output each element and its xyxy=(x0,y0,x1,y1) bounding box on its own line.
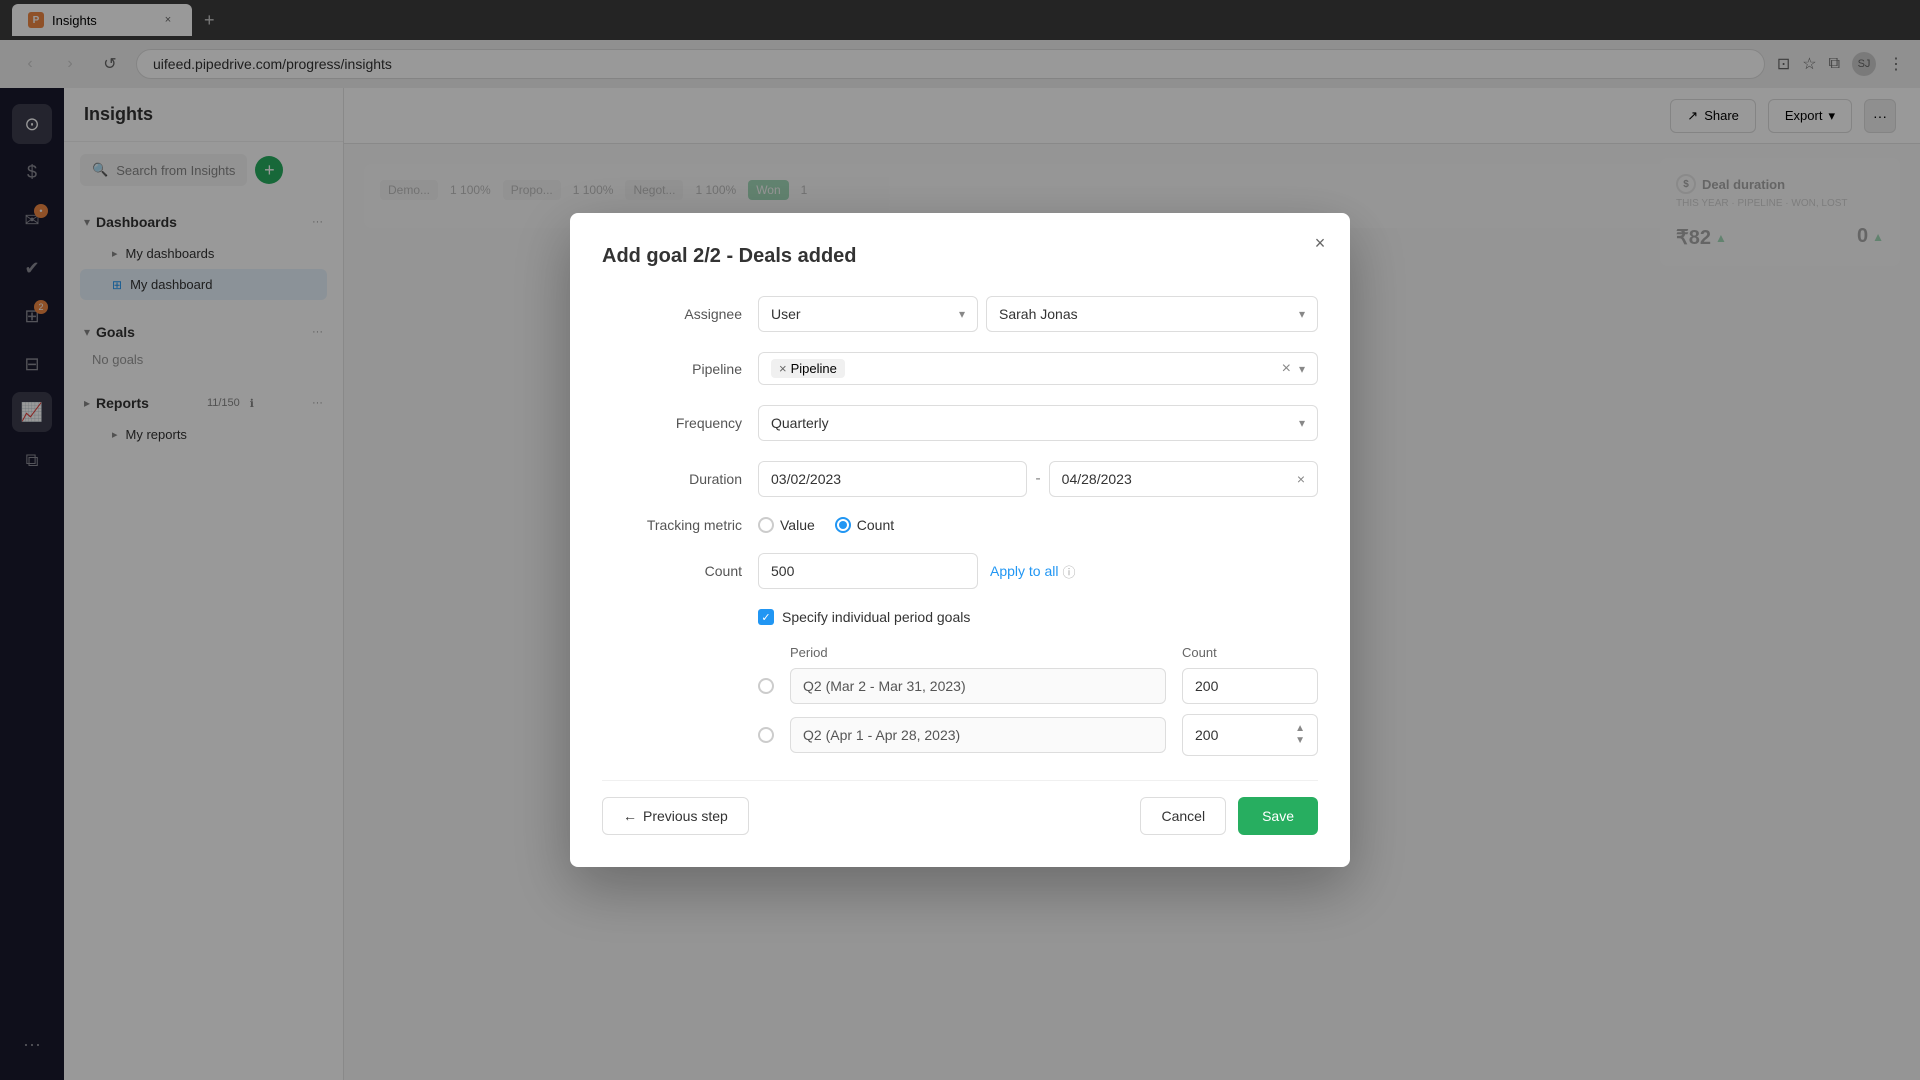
radio-value-label: Value xyxy=(780,517,815,533)
period-count-1[interactable]: 200 xyxy=(1182,668,1318,704)
duration-end-field[interactable]: 04/28/2023 × xyxy=(1049,461,1318,497)
apply-info-icon: ⓘ xyxy=(1062,562,1075,581)
tracking-metric-row: Tracking metric Value Count xyxy=(602,517,1318,533)
radio-count-option[interactable]: Count xyxy=(835,517,894,533)
duration-group: - 04/28/2023 × xyxy=(758,461,1318,497)
period-count-2[interactable]: 200 ▲ ▼ xyxy=(1182,714,1318,756)
assignee-label: Assignee xyxy=(602,306,742,322)
duration-label: Duration xyxy=(602,471,742,487)
specify-periods-checkbox[interactable] xyxy=(758,609,774,625)
count-row-inner: Apply to all ⓘ xyxy=(758,553,1318,589)
pipeline-arrow-icon[interactable]: ▾ xyxy=(1299,362,1305,376)
stepper-up-icon[interactable]: ▲ xyxy=(1295,724,1305,734)
pipeline-field[interactable]: × Pipeline × ▾ xyxy=(758,352,1318,385)
assignee-type-select[interactable]: User ▾ xyxy=(758,296,978,332)
count-input[interactable] xyxy=(758,553,978,589)
radio-count-circle xyxy=(835,517,851,533)
assignee-name-value: Sarah Jonas xyxy=(999,306,1078,322)
pipeline-tag-label: Pipeline xyxy=(791,361,837,376)
pipeline-label: Pipeline xyxy=(602,361,742,377)
count-row: Count Apply to all ⓘ xyxy=(602,553,1318,589)
assignee-name-select[interactable]: Sarah Jonas ▾ xyxy=(986,296,1318,332)
assignee-row: Assignee User ▾ Sarah Jonas ▾ xyxy=(602,296,1318,332)
frequency-row: Frequency Quarterly ▾ xyxy=(602,405,1318,441)
frequency-value: Quarterly xyxy=(771,415,829,431)
tracking-metric-label: Tracking metric xyxy=(602,517,742,533)
duration-separator: - xyxy=(1035,470,1040,488)
modal-footer: ← Previous step Cancel Save xyxy=(602,780,1318,835)
save-button[interactable]: Save xyxy=(1238,797,1318,835)
assignee-type-value: User xyxy=(771,306,801,322)
period-table: Period Count 200 200 ▲ ▼ xyxy=(758,645,1318,756)
radio-value-circle xyxy=(758,517,774,533)
stepper-down-icon[interactable]: ▼ xyxy=(1295,736,1305,746)
radio-count-label: Count xyxy=(857,517,894,533)
period-row-1: 200 xyxy=(758,668,1318,704)
radio-value-option[interactable]: Value xyxy=(758,517,815,533)
footer-right-actions: Cancel Save xyxy=(1140,797,1318,835)
period-col-header: Period xyxy=(790,645,1166,660)
duration-end-clear-btn[interactable]: × xyxy=(1297,471,1305,487)
radio-group: Value Count xyxy=(758,517,1318,533)
count-label: Count xyxy=(602,563,742,579)
assignee-control: User ▾ Sarah Jonas ▾ xyxy=(758,296,1318,332)
pipeline-clear-btn[interactable]: × xyxy=(1282,360,1291,378)
period-input-1[interactable] xyxy=(790,668,1166,704)
period-table-header: Period Count xyxy=(758,645,1318,660)
duration-start-input[interactable] xyxy=(758,461,1027,497)
frequency-label: Frequency xyxy=(602,415,742,431)
modal-title: Add goal 2/2 - Deals added xyxy=(602,245,1318,268)
period-radio-2[interactable] xyxy=(758,727,774,743)
pipeline-tag: × Pipeline xyxy=(771,359,845,378)
count-control: Apply to all ⓘ xyxy=(758,553,1318,589)
frequency-select[interactable]: Quarterly ▾ xyxy=(758,405,1318,441)
cancel-button[interactable]: Cancel xyxy=(1140,797,1226,835)
period-radio-1[interactable] xyxy=(758,678,774,694)
prev-step-label: Previous step xyxy=(643,808,728,824)
period-row-2: 200 ▲ ▼ xyxy=(758,714,1318,756)
frequency-arrow-icon: ▾ xyxy=(1299,416,1305,430)
pipeline-remove-icon[interactable]: × xyxy=(779,361,787,376)
period-count-2-value: 200 xyxy=(1195,727,1218,743)
duration-row: Duration - 04/28/2023 × xyxy=(602,461,1318,497)
add-goal-modal: Add goal 2/2 - Deals added × Assignee Us… xyxy=(570,213,1350,867)
specify-periods-row: Specify individual period goals xyxy=(758,609,1318,625)
assignee-name-arrow: ▾ xyxy=(1299,307,1305,321)
period-stepper-2: ▲ ▼ xyxy=(1295,724,1305,746)
frequency-control: Quarterly ▾ xyxy=(758,405,1318,441)
prev-step-button[interactable]: ← Previous step xyxy=(602,797,749,835)
apply-to-all-label: Apply to all xyxy=(990,563,1058,579)
period-radio-spacer xyxy=(758,645,774,660)
apply-to-all-btn[interactable]: Apply to all ⓘ xyxy=(990,562,1076,581)
modal-overlay: Add goal 2/2 - Deals added × Assignee Us… xyxy=(0,0,1920,1080)
specify-periods-label: Specify individual period goals xyxy=(782,609,970,625)
pipeline-control: × Pipeline × ▾ xyxy=(758,352,1318,385)
duration-end-value: 04/28/2023 xyxy=(1062,471,1132,487)
tracking-metric-control: Value Count xyxy=(758,517,1318,533)
arrow-left-icon: ← xyxy=(623,808,637,824)
modal-close-btn[interactable]: × xyxy=(1306,229,1334,257)
period-input-2[interactable] xyxy=(790,717,1166,753)
count-col-header: Count xyxy=(1182,645,1318,660)
assignee-type-arrow: ▾ xyxy=(959,307,965,321)
pipeline-row: Pipeline × Pipeline × ▾ xyxy=(602,352,1318,385)
duration-control: - 04/28/2023 × xyxy=(758,461,1318,497)
